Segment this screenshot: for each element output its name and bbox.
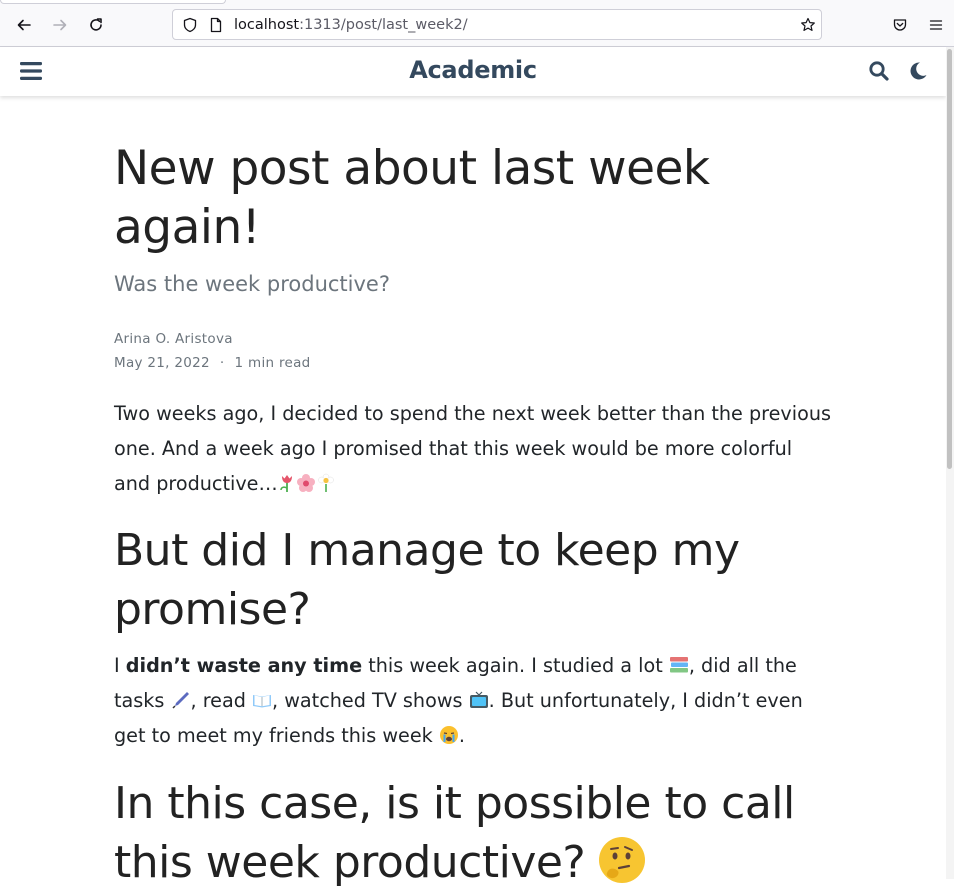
pen-emoji-icon (171, 690, 191, 710)
pocket-icon (893, 19, 907, 31)
section-heading: But did I manage to keep my promise? (114, 525, 740, 635)
books-emoji-icon (669, 655, 689, 675)
reading-time: 1 min read (234, 355, 311, 371)
meta-separator: · (219, 355, 225, 371)
reload-icon (90, 18, 102, 31)
active-tab[interactable] (0, 0, 226, 4)
url-text[interactable]: localhost:1313/post/last_week2/ (234, 17, 468, 33)
tv-emoji-icon (469, 690, 489, 710)
daisy-emoji-icon (316, 473, 336, 493)
paragraph-text: Two weeks ago, I decided to spend the ne… (114, 402, 831, 495)
blossom-emoji-icon (296, 473, 316, 493)
page-icon[interactable] (208, 17, 224, 33)
url-host: localhost (234, 17, 300, 33)
site-navbar: Academic (0, 47, 946, 96)
search-icon[interactable] (868, 60, 890, 82)
arrow-left-icon (17, 19, 31, 31)
post-subtitle: Was the week productive? (114, 272, 390, 296)
paragraph-summary: I didn’t waste any time this week again.… (114, 648, 834, 753)
crying-face-emoji-icon (439, 725, 459, 745)
pocket-button[interactable] (886, 11, 914, 39)
page-scrollbar[interactable] (946, 47, 954, 879)
post-meta: May 21, 2022 · 1 min read (114, 355, 311, 371)
tulip-emoji-icon (278, 473, 296, 493)
paragraph-text: . (458, 724, 465, 747)
moon-icon[interactable] (907, 60, 929, 82)
back-button[interactable] (10, 11, 38, 39)
paragraph-text: , read (190, 689, 253, 712)
address-bar[interactable]: localhost:1313/post/last_week2/ (172, 9, 822, 40)
heading-text: In this case, is it possible to call thi… (114, 778, 795, 888)
star-icon[interactable] (800, 17, 816, 33)
reload-button[interactable] (82, 11, 110, 39)
paragraph-text: this week again. I studied a lot (362, 654, 669, 677)
arrow-right-icon (53, 19, 67, 31)
paragraph-text: I (114, 654, 126, 677)
browser-toolbar: localhost:1313/post/last_week2/ (0, 0, 954, 47)
forward-button[interactable] (46, 11, 74, 39)
shield-icon[interactable] (182, 17, 198, 33)
post-author[interactable]: Arina O. Aristova (114, 331, 233, 347)
scrollbar-thumb[interactable] (947, 49, 952, 469)
open-book-emoji-icon (252, 690, 272, 710)
paragraph-intro: Two weeks ago, I decided to spend the ne… (114, 396, 834, 501)
bold-text: didn’t waste any time (125, 654, 363, 677)
section-heading: In this case, is it possible to call thi… (114, 774, 834, 892)
thinking-face-emoji-icon (598, 837, 645, 883)
post-date: May 21, 2022 (114, 355, 210, 371)
site-title[interactable]: Academic (0, 56, 946, 84)
post-title: New post about last week again! (114, 141, 710, 255)
hamburger-icon (929, 20, 943, 30)
url-path: :1313/post/last_week2/ (299, 17, 468, 33)
app-menu-button[interactable] (922, 11, 950, 39)
paragraph-text: , watched TV shows (272, 689, 469, 712)
